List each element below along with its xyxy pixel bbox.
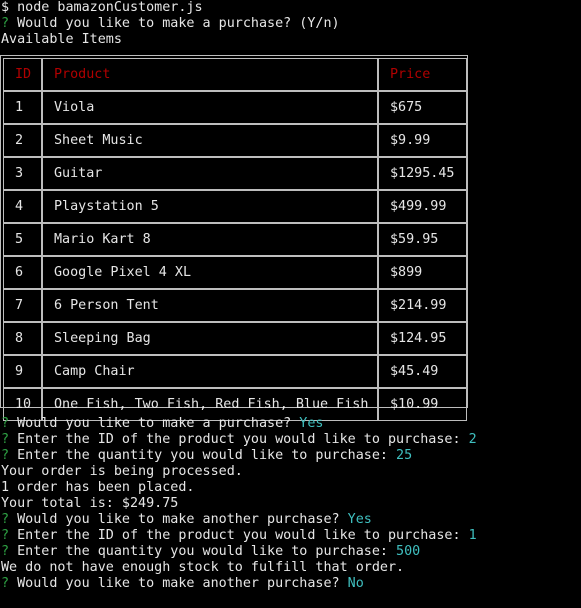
cell-id: 6 bbox=[3, 256, 42, 289]
cell-id: 9 bbox=[3, 355, 42, 388]
cell-price: $45.49 bbox=[378, 355, 467, 388]
prompt-question: Enter the quantity you would like to pur… bbox=[17, 448, 388, 463]
prompt-question: Enter the ID of the product you would li… bbox=[17, 432, 461, 447]
prompt-answer: 25 bbox=[396, 448, 413, 463]
prompt-line: ? Would you like to make another purchas… bbox=[1, 512, 372, 528]
table-row: 4 Playstation 5 $499.99 bbox=[3, 190, 467, 223]
prompt-question: Would you like to make a purchase? bbox=[17, 16, 292, 31]
cell-price: $675 bbox=[378, 91, 467, 124]
prompt-answer: 500 bbox=[396, 544, 421, 559]
available-items-label: Available Items bbox=[1, 32, 122, 47]
table-row: 5 Mario Kart 8 $59.95 bbox=[3, 223, 467, 256]
prompt-question: Enter the quantity you would like to pur… bbox=[17, 544, 388, 559]
cell-id: 5 bbox=[3, 223, 42, 256]
prompt-mark: ? bbox=[1, 448, 10, 463]
cell-id: 1 bbox=[3, 91, 42, 124]
prompt-question: Would you like to make a purchase? bbox=[17, 416, 292, 431]
prompt-answer: 1 bbox=[468, 528, 477, 543]
prompt-hint: (Y/n) bbox=[299, 16, 340, 31]
prompt-mark: ? bbox=[1, 16, 10, 31]
cell-product: Camp Chair bbox=[42, 355, 378, 388]
table-row: 9 Camp Chair $45.49 bbox=[3, 355, 467, 388]
prompt-mark: ? bbox=[1, 416, 10, 431]
cell-price: $59.95 bbox=[378, 223, 467, 256]
prompt-mark: ? bbox=[1, 544, 10, 559]
cell-price: $899 bbox=[378, 256, 467, 289]
header-id: ID bbox=[3, 58, 42, 91]
cell-price: $124.95 bbox=[378, 322, 467, 355]
cell-id: 3 bbox=[3, 157, 42, 190]
table-body: 1 Viola $675 2 Sheet Music $9.99 3 Guitar $1295.… bbox=[3, 91, 467, 421]
table-row: 6 Google Pixel 4 XL $899 bbox=[3, 256, 467, 289]
output-line: Your order is being processed. bbox=[1, 464, 243, 479]
cell-price: $214.99 bbox=[378, 289, 467, 322]
prompt-answer: No bbox=[347, 576, 364, 591]
prompt-question: Enter the ID of the product you would li… bbox=[17, 528, 461, 543]
prompt-mark: ? bbox=[1, 576, 10, 591]
table-header-row: ID Product Price bbox=[3, 58, 467, 91]
prompt-line: ? Would you like to make a purchase? Yes bbox=[1, 416, 323, 432]
cell-product: Google Pixel 4 XL bbox=[42, 256, 378, 289]
cell-product: Sleeping Bag bbox=[42, 322, 378, 355]
prompt-line: ? Enter the ID of the product you would … bbox=[1, 528, 477, 544]
cell-id: 2 bbox=[3, 124, 42, 157]
table-row: 3 Guitar $1295.45 bbox=[3, 157, 467, 190]
cell-product: Guitar bbox=[42, 157, 378, 190]
prompt-line: ? Enter the ID of the product you would … bbox=[1, 432, 477, 448]
output-line: 1 order has been placed. bbox=[1, 480, 195, 495]
cell-product: Viola bbox=[42, 91, 378, 124]
table-row: 8 Sleeping Bag $124.95 bbox=[3, 322, 467, 355]
cell-price: $9.99 bbox=[378, 124, 467, 157]
cell-price: $1295.45 bbox=[378, 157, 467, 190]
cell-product: 6 Person Tent bbox=[42, 289, 378, 322]
items-table: ID Product Price 1 Viola $675 2 Sheet Music $… bbox=[3, 58, 467, 421]
header-price: Price bbox=[378, 58, 467, 91]
first-purchase-prompt: ? Would you like to make a purchase? (Y/… bbox=[1, 16, 340, 32]
prompt-question: Would you like to make another purchase? bbox=[17, 512, 340, 527]
prompt-question: Would you like to make another purchase? bbox=[17, 576, 340, 591]
prompt-line: ? Would you like to make another purchas… bbox=[1, 576, 364, 592]
items-table-frame: ID Product Price 1 Viola $675 2 Sheet Music $… bbox=[0, 55, 468, 421]
prompt-line: ? Enter the quantity you would like to p… bbox=[1, 448, 412, 464]
prompt-answer: Yes bbox=[299, 416, 324, 431]
cell-product: Playstation 5 bbox=[42, 190, 378, 223]
command-line: $ node bamazonCustomer.js bbox=[1, 0, 203, 15]
header-product: Product bbox=[42, 58, 378, 91]
cell-id: 7 bbox=[3, 289, 42, 322]
cell-id: 4 bbox=[3, 190, 42, 223]
output-line: We do not have enough stock to fulfill t… bbox=[1, 560, 405, 575]
cell-product: Sheet Music bbox=[42, 124, 378, 157]
cell-price: $10.99 bbox=[378, 388, 467, 421]
cell-price: $499.99 bbox=[378, 190, 467, 223]
prompt-answer: 2 bbox=[468, 432, 477, 447]
prompt-mark: ? bbox=[1, 512, 10, 527]
table-row: 2 Sheet Music $9.99 bbox=[3, 124, 467, 157]
table-row: 1 Viola $675 bbox=[3, 91, 467, 124]
prompt-mark: ? bbox=[1, 432, 10, 447]
cell-id: 8 bbox=[3, 322, 42, 355]
cell-product: Mario Kart 8 bbox=[42, 223, 378, 256]
output-line: Your total is: $249.75 bbox=[1, 496, 179, 511]
prompt-mark: ? bbox=[1, 528, 10, 543]
table-row: 76 Person Tent $214.99 bbox=[3, 289, 467, 322]
prompt-answer: Yes bbox=[347, 512, 372, 527]
prompt-line: ? Enter the quantity you would like to p… bbox=[1, 544, 420, 560]
